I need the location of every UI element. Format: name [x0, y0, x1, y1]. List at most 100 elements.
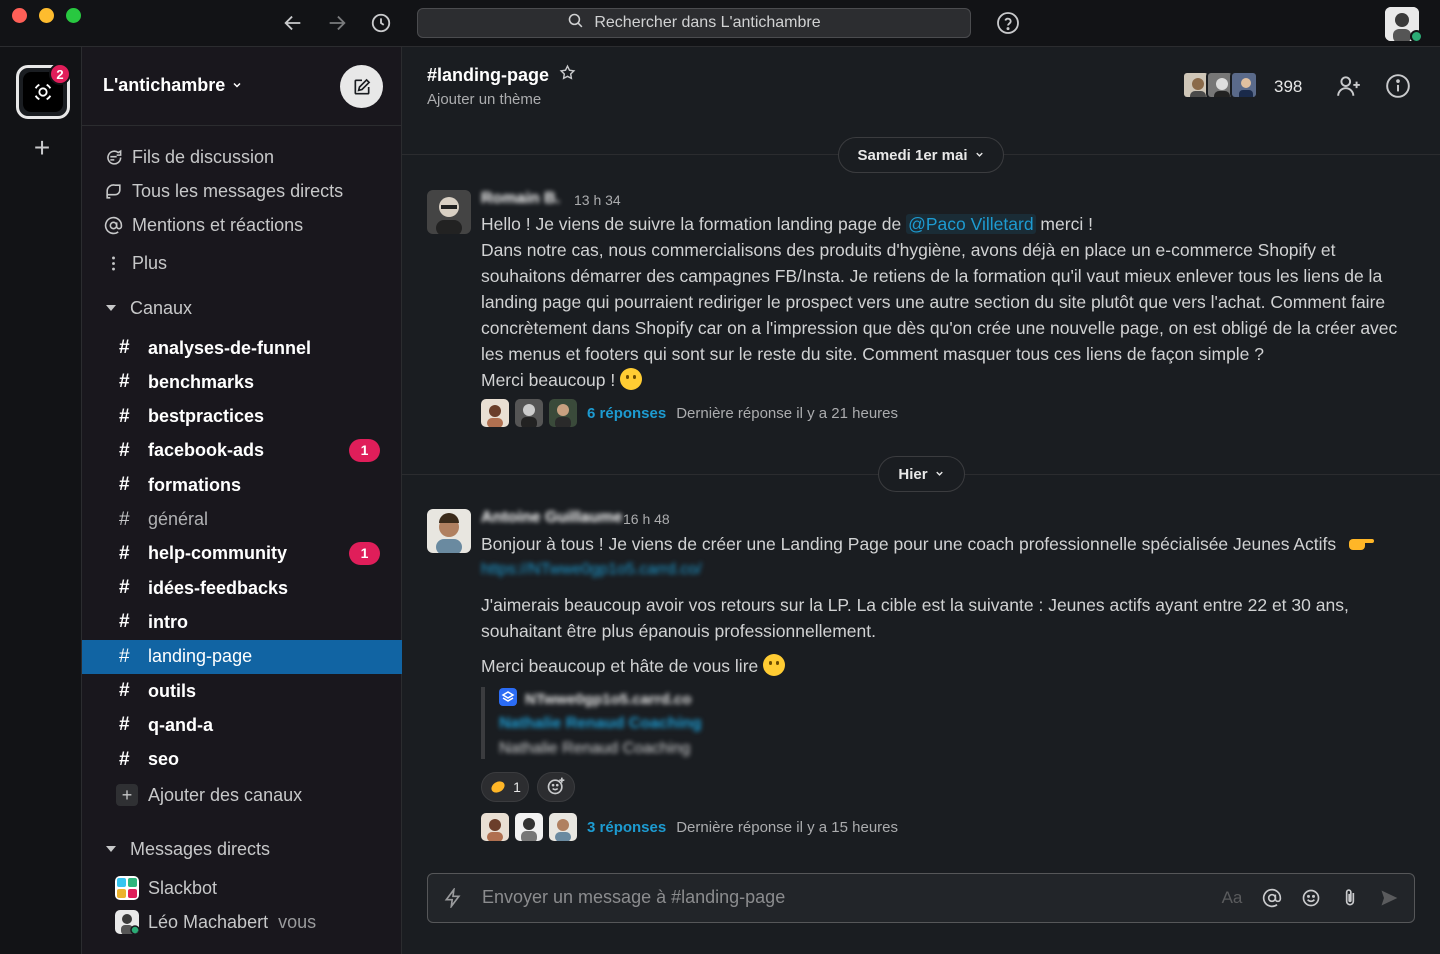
channel-title-button[interactable]: #landing-page: [427, 64, 576, 86]
date-separator-samedi[interactable]: Samedi 1er mai: [838, 137, 1004, 173]
sidebar-item-label: Mentions et réactions: [132, 214, 304, 235]
title-bar: Rechercher dans L'antichambre: [0, 0, 1440, 47]
composer-placeholder[interactable]: Envoyer un message à #landing-page: [482, 887, 785, 908]
search-icon: [567, 12, 584, 34]
sidebar-channel-benchmarks[interactable]: # benchmarks: [82, 365, 402, 399]
hash-icon: #: [119, 611, 130, 633]
smile-emoji-icon: [763, 654, 786, 676]
sidebar-item-all-dms[interactable]: Tous les messages directs: [82, 174, 402, 208]
zoom-window-button[interactable]: [66, 8, 81, 23]
sidebar-item-more[interactable]: Plus: [82, 246, 402, 280]
chevron-down-icon: [974, 147, 985, 164]
add-emoji-icon: [546, 776, 566, 799]
sidebar-channel-général[interactable]: # général: [82, 503, 402, 537]
dm-item-slackbot[interactable]: Slackbot: [82, 871, 402, 905]
member-avatars[interactable]: [1182, 71, 1258, 99]
message-sender[interactable]: Romain B.: [481, 190, 560, 208]
history-clock-icon[interactable]: [368, 10, 394, 36]
send-icon[interactable]: [1378, 887, 1400, 909]
channel-label: idées-feedbacks: [148, 577, 289, 598]
plus-icon: +: [116, 784, 138, 806]
link-unfurl[interactable]: NTwwe0gp1o5.carrd.co Nathalie Renaud Coa…: [481, 687, 702, 759]
reaction-clap[interactable]: 1: [481, 772, 529, 802]
message-paragraph: Dans notre cas, nous commercialisons des…: [481, 240, 1398, 364]
self-avatar: [115, 910, 139, 934]
search-bar[interactable]: Rechercher dans L'antichambre: [417, 8, 971, 38]
workspace-name-menu[interactable]: L'antichambre: [103, 75, 243, 96]
sidebar-item-threads[interactable]: Fils de discussion: [82, 140, 402, 174]
message-sender[interactable]: Antoine Guillaume: [481, 509, 622, 527]
hash-icon: #: [119, 645, 130, 667]
sidebar-channel-seo[interactable]: # seo: [82, 743, 402, 777]
replies-count-link[interactable]: 3 réponses: [587, 819, 666, 836]
at-icon: [102, 214, 124, 236]
sidebar-channel-help-community[interactable]: # help-community 1: [82, 537, 402, 571]
message-paragraph: J'aimerais beaucoup avoir vos retours su…: [481, 595, 1349, 641]
text-part: Bonjour à tous ! Je viens de créer une L…: [481, 534, 1337, 554]
sidebar-channel-idées-feedbacks[interactable]: # idées-feedbacks: [82, 571, 402, 605]
sidebar-channel-q-and-a[interactable]: # q-and-a: [82, 708, 402, 742]
add-workspace-plus-icon[interactable]: +: [30, 134, 54, 162]
user-mention[interactable]: @Paco Villetard: [906, 214, 1036, 234]
unfurl-title[interactable]: Nathalie Renaud Coaching: [499, 711, 702, 737]
sidebar-channel-landing-page[interactable]: # landing-page: [82, 639, 402, 674]
replier-avatar: [549, 813, 577, 841]
add-member-icon[interactable]: [1336, 73, 1362, 99]
dm-section-toggle[interactable]: Messages directs: [82, 834, 402, 864]
sidebar-channel-facebook-ads[interactable]: # facebook-ads 1: [82, 434, 402, 468]
sidebar-header: L'antichambre: [82, 47, 401, 126]
attachment-paperclip-icon[interactable]: [1339, 887, 1361, 909]
dm-item-self[interactable]: Léo Machabert vous: [82, 905, 402, 939]
sidebar-channel-formations[interactable]: # formations: [82, 468, 402, 502]
shortcuts-lightning-icon[interactable]: [442, 887, 464, 909]
add-channels-button[interactable]: + Ajouter des canaux: [82, 778, 402, 812]
emoji-picker-icon[interactable]: [1300, 887, 1322, 909]
message-timestamp[interactable]: 16 h 48: [623, 511, 670, 527]
info-icon[interactable]: [1385, 73, 1411, 99]
dm-you-label: vous: [278, 911, 317, 932]
thread-summary[interactable]: 3 réponses Dernière réponse il y a 15 he…: [481, 813, 898, 841]
channel-label: benchmarks: [148, 371, 255, 392]
minimize-window-button[interactable]: [39, 8, 54, 23]
channel-label: help-community: [148, 543, 288, 564]
formatting-aa-icon[interactable]: Aa: [1221, 887, 1243, 909]
channel-sidebar: L'antichambre Fils de discussion Tous le…: [82, 47, 402, 954]
back-arrow-icon[interactable]: [280, 10, 306, 36]
hash-icon: #: [119, 474, 130, 496]
star-icon[interactable]: [559, 64, 576, 86]
channel-label: seo: [148, 749, 180, 770]
date-separator-hier[interactable]: Hier: [878, 456, 965, 492]
unfurl-site: NTwwe0gp1o5.carrd.co: [525, 690, 692, 708]
message-timestamp[interactable]: 13 h 34: [574, 192, 621, 208]
channel-title: #landing-page: [427, 64, 550, 85]
mention-at-icon[interactable]: [1261, 887, 1283, 909]
sidebar-channel-intro[interactable]: # intro: [82, 605, 402, 639]
search-placeholder: Rechercher dans L'antichambre: [594, 14, 821, 31]
channel-view: #landing-page Ajouter un thème 398 Samed…: [402, 47, 1440, 954]
close-window-button[interactable]: [12, 8, 27, 23]
chevron-down-icon: [934, 466, 945, 483]
hash-icon: #: [119, 405, 130, 427]
message-composer[interactable]: Envoyer un message à #landing-page Aa: [427, 873, 1415, 923]
sidebar-channel-outils[interactable]: # outils: [82, 674, 402, 708]
help-icon[interactable]: [996, 11, 1020, 35]
member-count[interactable]: 398: [1274, 77, 1302, 97]
add-reaction-button[interactable]: [537, 772, 575, 802]
message-avatar[interactable]: [427, 509, 471, 553]
message-avatar[interactable]: [427, 190, 471, 234]
replier-avatar: [515, 399, 543, 427]
channels-section-toggle[interactable]: Canaux: [82, 293, 402, 323]
forward-arrow-icon[interactable]: [324, 10, 350, 36]
thread-summary[interactable]: 6 réponses Dernière réponse il y a 21 he…: [481, 399, 898, 427]
sidebar-item-mentions[interactable]: Mentions et réactions: [82, 208, 402, 242]
replies-count-link[interactable]: 6 réponses: [587, 405, 666, 422]
replier-avatar: [549, 399, 577, 427]
sidebar-channel-analyses-de-funnel[interactable]: # analyses-de-funnel: [82, 331, 402, 365]
dm-name: Slackbot: [148, 877, 218, 898]
slackbot-avatar: [115, 876, 139, 900]
sidebar-channel-bestpractices[interactable]: # bestpractices: [82, 400, 402, 434]
presence-active-dot: [1410, 30, 1423, 43]
compose-new-message-button[interactable]: [340, 65, 383, 108]
message-link[interactable]: https://NTwwe0gp1o5.carrd.co/: [481, 557, 702, 583]
channel-topic[interactable]: Ajouter un thème: [427, 91, 541, 108]
